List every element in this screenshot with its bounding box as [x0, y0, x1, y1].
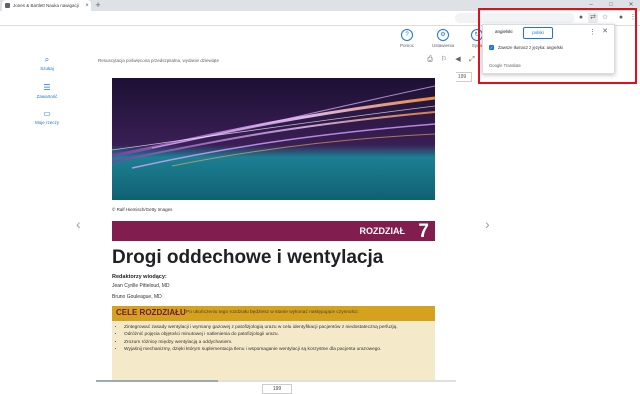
settings-label: Ustawienia — [431, 43, 454, 48]
settings-icon: ⚙ — [437, 29, 449, 41]
goals-title: CELE ROZDZIAŁU — [116, 308, 186, 317]
fullscreen-icon[interactable]: ⤢ — [468, 56, 476, 64]
sidebar-item-search[interactable]: ⌕ Szukaj — [34, 55, 60, 72]
abstract-light-image — [112, 78, 435, 200]
tab-title: Jones & Bartlett Nauka nawigacji — [13, 3, 79, 8]
goals-header: CELE ROZDZIAŁU Po ukończeniu tego rozdzi… — [112, 306, 435, 321]
list-item: Wyjaśnij mechanizmy, dzięki którym suple… — [124, 347, 429, 353]
new-tab-button[interactable]: + — [94, 0, 102, 11]
chapter-banner: ROZDZIAŁ 7 — [112, 221, 435, 242]
author-name: Jean Cyrille Pitteloud, MD — [112, 283, 170, 289]
highlight-box — [478, 8, 637, 84]
goals-intro: Po ukończeniu tego rozdziału będziesz w … — [186, 310, 359, 315]
list-item: Zintegrować zasady wentylacji i wymiany … — [124, 325, 429, 331]
chapter-word: ROZDZIAŁ — [359, 226, 406, 236]
reading-progress-fill — [96, 380, 219, 382]
search-icon: ⌕ — [44, 55, 50, 64]
print-icon[interactable]: ⎙ — [426, 56, 434, 64]
list-item: Zrozum różnicę między wentylacją a oddyc… — [124, 340, 429, 346]
page-number-bottom[interactable]: 199 — [262, 384, 292, 394]
contents-icon: ☰ — [43, 83, 51, 92]
help-icon: ? — [401, 29, 413, 41]
chapter-title: Drogi oddechowe i wentylacja — [112, 247, 384, 268]
sidebar-item-label: Szukaj — [40, 66, 54, 71]
tab-close-button[interactable]: × — [83, 3, 91, 9]
image-credit: © Ralf Hiemisch/Getty Images — [112, 207, 173, 212]
browser-tab[interactable]: Jones & Bartlett Nauka nawigacji × — [2, 0, 91, 11]
sidebar-item-contents[interactable]: ☰ Zawartość — [34, 83, 60, 100]
read-aloud-icon[interactable]: ◀ — [454, 56, 462, 64]
editors-label: Redaktorzy wiodący: — [112, 274, 167, 280]
sidebar-item-label: Zawartość — [36, 94, 58, 99]
favicon-icon — [5, 3, 10, 8]
settings-action[interactable]: ⚙ Ustawienia — [428, 29, 458, 48]
chapter-number: 7 — [418, 221, 429, 242]
help-label: Pomoc — [399, 43, 414, 48]
help-action[interactable]: ? Pomoc — [392, 29, 422, 48]
breadcrumb: Resuscytacja poświęcona przedszpitalna, … — [98, 58, 220, 63]
prev-page-icon[interactable]: ‹ — [76, 216, 81, 232]
sidebar-item-my-items[interactable]: ▭ Moje rzeczy — [34, 109, 60, 126]
next-page-icon[interactable]: › — [485, 216, 490, 232]
inbox-icon: ▭ — [43, 109, 51, 118]
goals-list-box: Zintegrować zasady wentylacji i wymiany … — [112, 321, 435, 380]
goals-list: Zintegrować zasady wentylacji i wymiany … — [112, 321, 435, 353]
list-item: Odróżnić pojęcia objętości minutowej i n… — [124, 332, 429, 338]
chapter-hero-image — [112, 78, 435, 200]
sidebar-item-label: Moje rzeczy — [34, 120, 59, 125]
bookmark-icon[interactable]: ⚐ — [440, 56, 448, 64]
author-name: Bruno Gouleague, MD — [112, 294, 162, 300]
